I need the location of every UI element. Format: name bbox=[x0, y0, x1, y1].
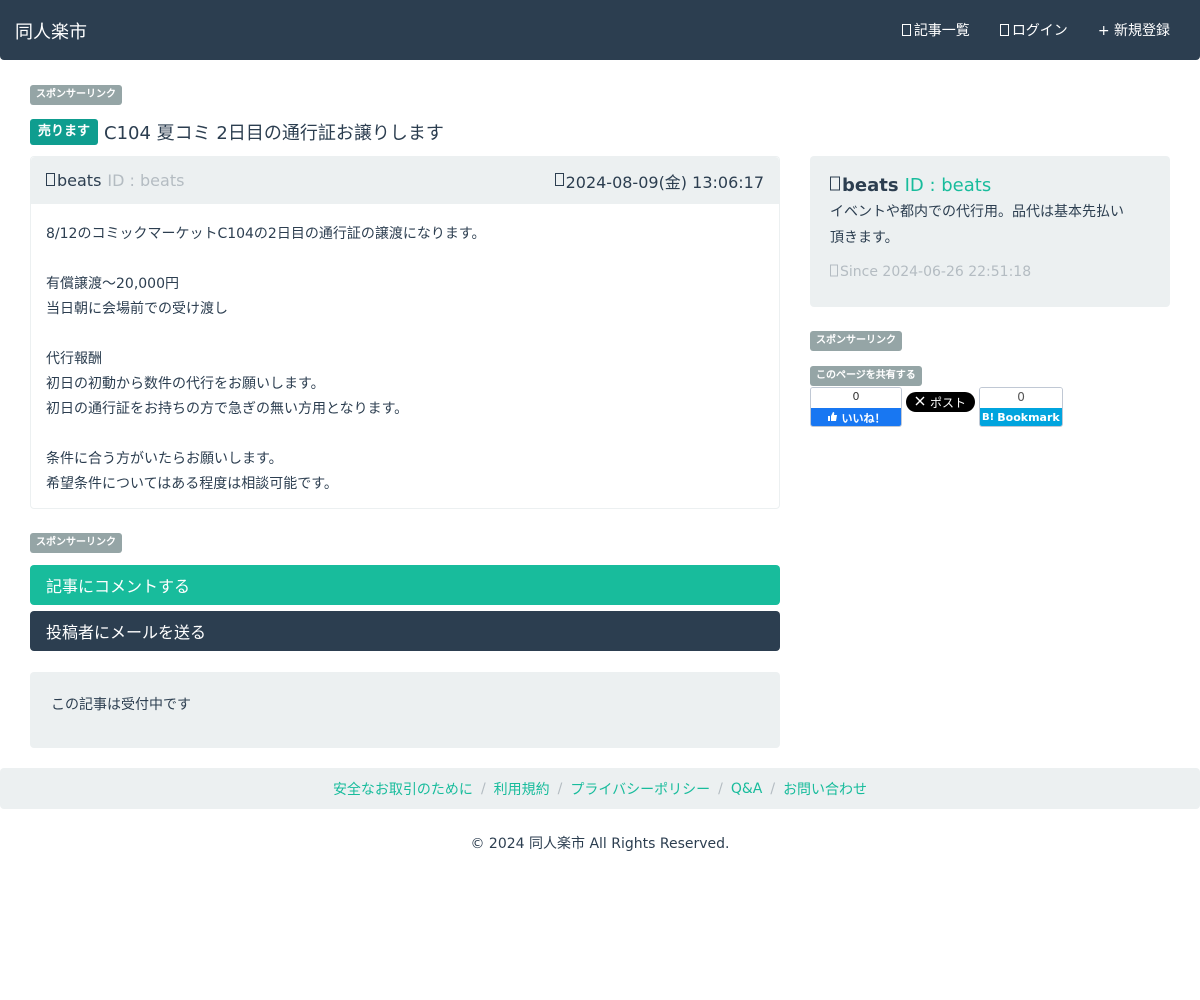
post-date: 2024-08-09(金) 13:06:17 bbox=[554, 169, 764, 193]
x-post-label: ポスト bbox=[930, 395, 967, 410]
facebook-like-label: いいね！ bbox=[841, 411, 886, 425]
profile-description-line: 頂きます。 bbox=[830, 230, 899, 246]
footer-links: 安全なお取引のために / 利用規約 / プライバシーポリシー / Q&A / お… bbox=[0, 768, 1200, 809]
post-panel: beats ID : beats 2024-08-09(金) 13:06:17 … bbox=[30, 156, 780, 509]
post-body-line: 初日の通行証をお持ちの方で急ぎの無い方用となります。 bbox=[46, 401, 409, 417]
sell-badge: 売ります bbox=[30, 119, 99, 145]
nav-login[interactable]: ログイン bbox=[999, 20, 1068, 40]
post-body-line: 8/12のコミックマーケットC104の2日目の通行証の譲渡になります。 bbox=[46, 226, 486, 242]
user-icon bbox=[830, 174, 840, 197]
navbar: 同人楽市 記事一覧 ログイン + 新規登録 bbox=[0, 0, 1200, 60]
x-post-button[interactable]: ポスト bbox=[906, 392, 976, 412]
hatena-b-icon: B! bbox=[982, 411, 994, 424]
post-body-line: 条件に合う方がいたらお願いします。 bbox=[46, 451, 283, 467]
copyright: © 2024 同人楽市 All Rights Reserved. bbox=[470, 836, 730, 852]
post-title: C104 夏コミ 2日目の通行証お譲りします bbox=[104, 123, 444, 144]
list-icon bbox=[901, 23, 911, 37]
post-body: 8/12のコミックマーケットC104の2日目の通行証の譲渡になります。 有償譲渡… bbox=[31, 204, 779, 515]
nav-register[interactable]: + 新規登録 bbox=[1098, 20, 1170, 40]
profile-username: beats bbox=[842, 175, 899, 196]
sponsor-label: スポンサーリンク bbox=[30, 85, 122, 105]
site-brand[interactable]: 同人楽市 bbox=[15, 18, 87, 44]
nav-links: 記事一覧 ログイン + 新規登録 bbox=[872, 20, 1170, 40]
footer-separator: / bbox=[480, 780, 486, 797]
calendar-icon bbox=[830, 263, 838, 281]
post-panel-header: beats ID : beats 2024-08-09(金) 13:06:17 bbox=[31, 157, 779, 204]
post-body-line bbox=[46, 422, 764, 447]
share-buttons: 0 いいね！ ポスト 0 B! Bookmark bbox=[810, 387, 1064, 427]
nav-article-list-label: 記事一覧 bbox=[913, 23, 970, 39]
nav-login-label: ログイン bbox=[1011, 23, 1068, 39]
profile-description: イベントや都内での代行用。品代は基本先払い 頂きます。 bbox=[830, 199, 1150, 251]
share-label: このページを共有する bbox=[810, 366, 922, 386]
post-title-row: 売ります C104 夏コミ 2日目の通行証お譲りします bbox=[30, 119, 444, 145]
footer-link-contact[interactable]: お問い合わせ bbox=[783, 779, 867, 799]
author-profile-card: beats ID : beats イベントや都内での代行用。品代は基本先払い 頂… bbox=[810, 156, 1170, 307]
hatena-bookmark-action[interactable]: B! Bookmark bbox=[980, 408, 1063, 426]
x-logo-icon bbox=[915, 395, 925, 409]
post-body-line: 代行報酬 bbox=[46, 351, 102, 367]
footer-separator: / bbox=[718, 780, 723, 797]
footer-link-privacy[interactable]: プライバシーポリシー bbox=[570, 779, 710, 799]
comment-button[interactable]: 記事にコメントする bbox=[30, 565, 780, 605]
post-body-line: 初日の初動から数件の代行をお願いします。 bbox=[46, 376, 325, 392]
share-badge: このページを共有する bbox=[810, 366, 922, 386]
facebook-like-action[interactable]: いいね！ bbox=[811, 408, 901, 426]
post-date-text: 2024-08-09(金) 13:06:17 bbox=[565, 172, 764, 192]
footer-link-terms[interactable]: 利用規約 bbox=[494, 779, 550, 799]
post-author[interactable]: beats ID : beats bbox=[46, 171, 184, 191]
footer-separator: / bbox=[557, 780, 563, 797]
sponsor-badge: スポンサーリンク bbox=[810, 331, 902, 351]
post-author-name: beats bbox=[57, 171, 102, 190]
login-icon bbox=[999, 23, 1009, 37]
send-mail-button[interactable]: 投稿者にメールを送る bbox=[30, 611, 780, 651]
profile-name[interactable]: beats ID : beats bbox=[830, 174, 1150, 197]
facebook-like-count: 0 bbox=[811, 388, 901, 408]
post-body-line bbox=[46, 247, 764, 272]
facebook-like-button[interactable]: 0 いいね！ bbox=[810, 387, 902, 427]
footer-link-safety[interactable]: 安全なお取引のために bbox=[333, 779, 473, 799]
hatena-bookmark-count: 0 bbox=[980, 388, 1063, 408]
sponsor-label: スポンサーリンク bbox=[30, 533, 122, 553]
clock-icon bbox=[554, 171, 564, 191]
profile-description-line: イベントや都内での代行用。品代は基本先払い bbox=[830, 204, 1124, 220]
post-author-id: ID : beats bbox=[107, 171, 185, 190]
post-status: この記事は受付中です bbox=[30, 672, 780, 748]
post-body-line: 当日朝に会場前での受け渡し bbox=[46, 301, 228, 317]
user-icon bbox=[46, 171, 55, 191]
profile-user-id: ID : beats bbox=[904, 175, 992, 196]
post-body-line: 有償譲渡〜20,000円 bbox=[46, 276, 179, 292]
sponsor-badge: スポンサーリンク bbox=[30, 533, 122, 553]
svg-text:B!: B! bbox=[982, 412, 994, 421]
profile-since: Since 2024-06-26 22:51:18 bbox=[830, 263, 1150, 281]
post-body-line bbox=[46, 322, 764, 347]
nav-register-label: + 新規登録 bbox=[1097, 23, 1170, 39]
hatena-bookmark-label: Bookmark bbox=[997, 411, 1060, 424]
sponsor-badge: スポンサーリンク bbox=[30, 85, 122, 105]
sponsor-label: スポンサーリンク bbox=[810, 331, 902, 351]
nav-article-list[interactable]: 記事一覧 bbox=[901, 20, 970, 40]
footer-link-qa[interactable]: Q&A bbox=[731, 781, 763, 797]
footer-separator: / bbox=[770, 780, 776, 797]
profile-since-text: Since 2024-06-26 22:51:18 bbox=[840, 264, 1032, 280]
thumbs-up-icon bbox=[827, 411, 838, 425]
hatena-bookmark-button[interactable]: 0 B! Bookmark bbox=[979, 387, 1064, 427]
post-body-line: 希望条件についてはある程度は相談可能です。 bbox=[46, 476, 338, 492]
